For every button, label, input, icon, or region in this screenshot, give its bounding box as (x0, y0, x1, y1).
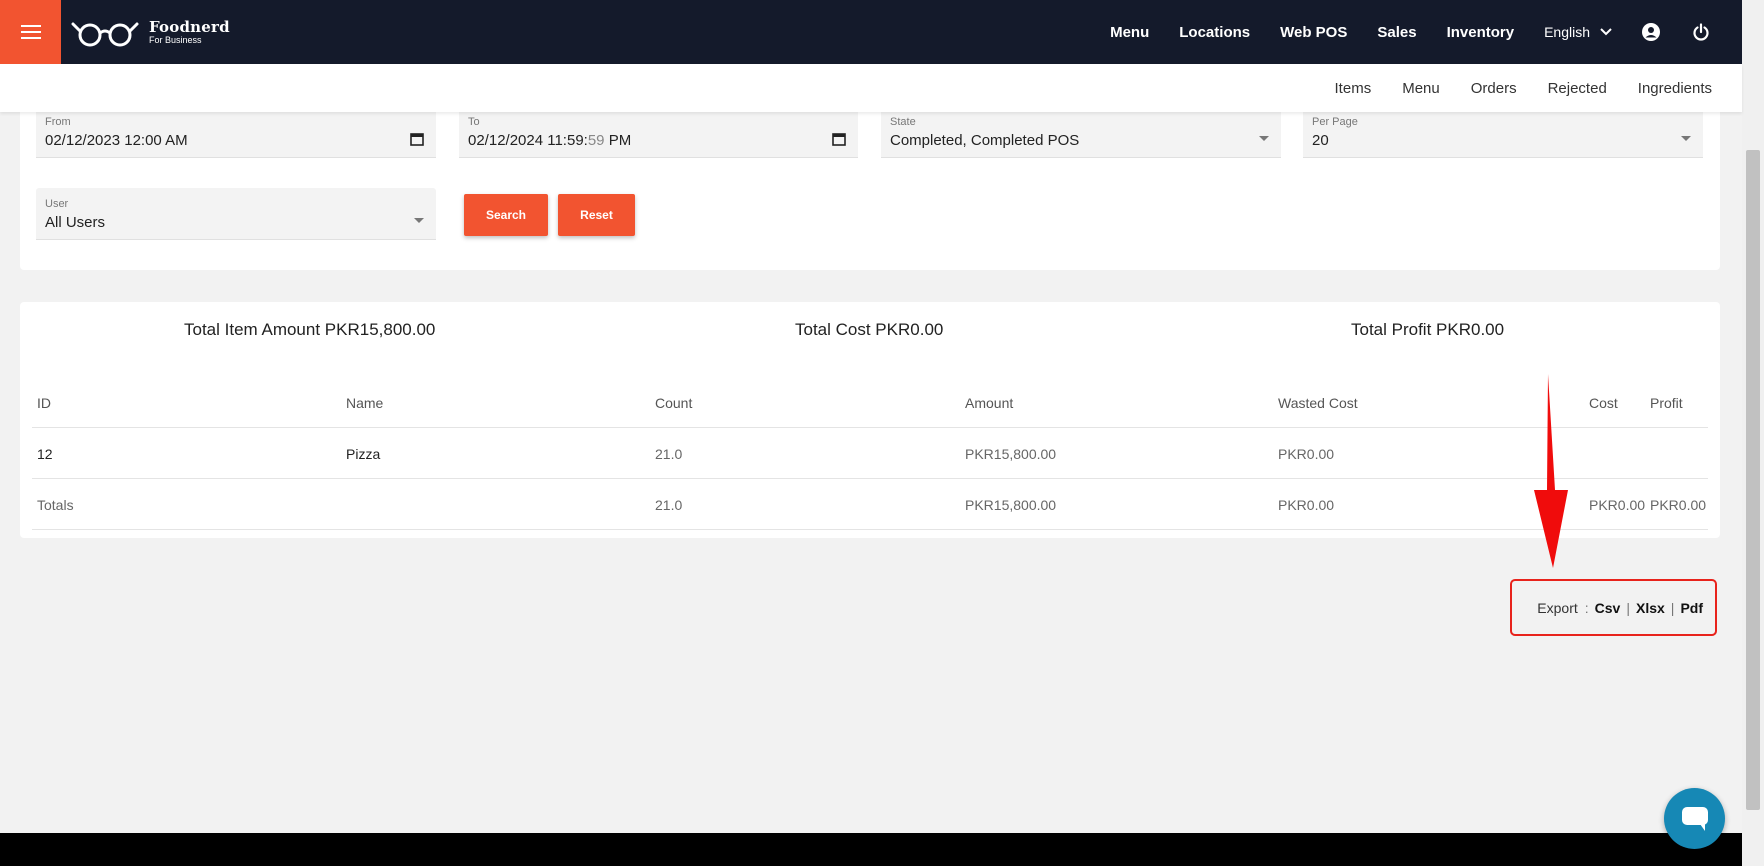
page-footer (0, 833, 1742, 866)
brand-subtitle: For Business (149, 34, 202, 45)
chat-widget-button[interactable] (1664, 788, 1725, 849)
totals-label: Totals (37, 497, 74, 513)
subnav-menu[interactable]: Menu (1402, 80, 1440, 97)
state-value: Completed, Completed POS (890, 132, 1080, 149)
export-separator: | (1626, 599, 1630, 616)
column-header-wasted-cost: Wasted Cost (1278, 395, 1358, 411)
subnav-rejected[interactable]: Rejected (1548, 80, 1607, 97)
subnav-items[interactable]: Items (1335, 80, 1372, 97)
cell-name: Pizza (346, 446, 381, 462)
column-header-id: ID (37, 395, 51, 411)
table-row: 12 Pizza 21.0 PKR15,800.00 PKR0.00 (32, 429, 1708, 479)
totals-wasted-cost: PKR0.00 (1278, 497, 1335, 513)
logout-button[interactable] (1692, 23, 1710, 41)
account-icon (1642, 23, 1660, 41)
chevron-down-icon (1600, 28, 1612, 36)
nav-locations[interactable]: Locations (1179, 24, 1250, 41)
column-header-profit: Profit (1650, 395, 1683, 411)
state-label: State (890, 116, 916, 128)
state-select[interactable]: State Completed, Completed POS (881, 106, 1281, 158)
per-page-label: Per Page (1312, 116, 1358, 128)
cell-wasted-cost: PKR0.00 (1278, 446, 1335, 462)
user-value: All Users (45, 214, 106, 231)
to-value: 02/12/2024 11:59:59 PM (468, 132, 632, 149)
dropdown-caret-icon (414, 218, 424, 223)
nav-web-pos[interactable]: Web POS (1280, 24, 1347, 41)
to-date-field[interactable]: To 02/12/2024 11:59:59 PM (459, 106, 858, 158)
column-header-name: Name (346, 395, 384, 411)
scrollbar-thumb[interactable] (1746, 150, 1760, 810)
nav-sales[interactable]: Sales (1377, 24, 1416, 41)
export-xlsx-link[interactable]: Xlsx (1636, 600, 1665, 616)
totals-profit: PKR0.00 (1650, 497, 1707, 513)
brand-name: Foodnerd (149, 17, 230, 36)
brand-logo[interactable]: Foodnerd For Business (71, 16, 230, 48)
export-pdf-link[interactable]: Pdf (1680, 600, 1703, 616)
totals-amount: PKR15,800.00 (965, 497, 1057, 513)
export-links: Export : Csv | Xlsx | Pdf (1510, 579, 1717, 636)
reset-button[interactable]: Reset (558, 194, 635, 236)
page-scrollbar[interactable] (1742, 0, 1764, 866)
red-arrow-annotation-icon (1534, 374, 1568, 568)
menu-toggle-button[interactable] (0, 0, 61, 64)
from-date-field[interactable]: From 02/12/2023 12:00 AM (36, 106, 436, 158)
total-cost: Total Cost PKR0.00 (795, 320, 944, 339)
subnav-ingredients[interactable]: Ingredients (1638, 80, 1712, 97)
calendar-icon[interactable] (832, 132, 846, 146)
from-label: From (45, 116, 71, 128)
cell-id: 12 (37, 446, 53, 462)
top-navbar: Foodnerd For Business Menu Locations Web… (0, 0, 1742, 64)
column-header-count: Count (655, 395, 693, 411)
table-header: ID Name Count Amount Wasted Cost Cost Pr… (32, 378, 1708, 428)
to-label: To (468, 116, 480, 128)
language-label: English (1544, 24, 1590, 40)
totals-count: 21.0 (655, 497, 683, 513)
search-button[interactable]: Search (464, 194, 548, 236)
cell-count: 21.0 (655, 446, 683, 462)
total-item-amount: Total Item Amount PKR15,800.00 (184, 320, 436, 339)
account-button[interactable] (1642, 23, 1660, 41)
per-page-select[interactable]: Per Page 20 (1303, 106, 1703, 158)
nav-menu[interactable]: Menu (1110, 24, 1149, 41)
glasses-logo-icon (71, 22, 139, 47)
chat-bubble-icon (1681, 806, 1708, 831)
export-separator: | (1670, 599, 1675, 616)
column-header-cost: Cost (1589, 395, 1618, 411)
subnav-orders[interactable]: Orders (1471, 80, 1517, 97)
export-label: Export (1537, 599, 1578, 616)
nav-inventory[interactable]: Inventory (1447, 24, 1515, 41)
dropdown-caret-icon (1259, 136, 1269, 141)
calendar-icon[interactable] (410, 132, 424, 146)
from-value: 02/12/2023 12:00 AM (45, 132, 188, 149)
column-header-amount: Amount (965, 395, 1014, 411)
language-selector[interactable]: English (1544, 24, 1612, 40)
cell-amount: PKR15,800.00 (965, 446, 1057, 462)
export-colon: : (1584, 599, 1589, 616)
user-label: User (45, 198, 69, 210)
totals-cost: PKR0.00 (1589, 497, 1646, 513)
user-select[interactable]: User All Users (36, 188, 436, 240)
dropdown-caret-icon (1681, 136, 1691, 141)
per-page-value: 20 (1312, 132, 1329, 149)
power-icon (1693, 23, 1709, 41)
hamburger-icon (20, 25, 41, 27)
export-csv-link[interactable]: Csv (1595, 600, 1621, 616)
table-totals-row: Totals 21.0 PKR15,800.00 PKR0.00 PKR0.00… (32, 480, 1708, 530)
total-profit: Total Profit PKR0.00 (1351, 320, 1505, 339)
sub-navbar: Items Menu Orders Rejected Ingredients (0, 64, 1742, 112)
